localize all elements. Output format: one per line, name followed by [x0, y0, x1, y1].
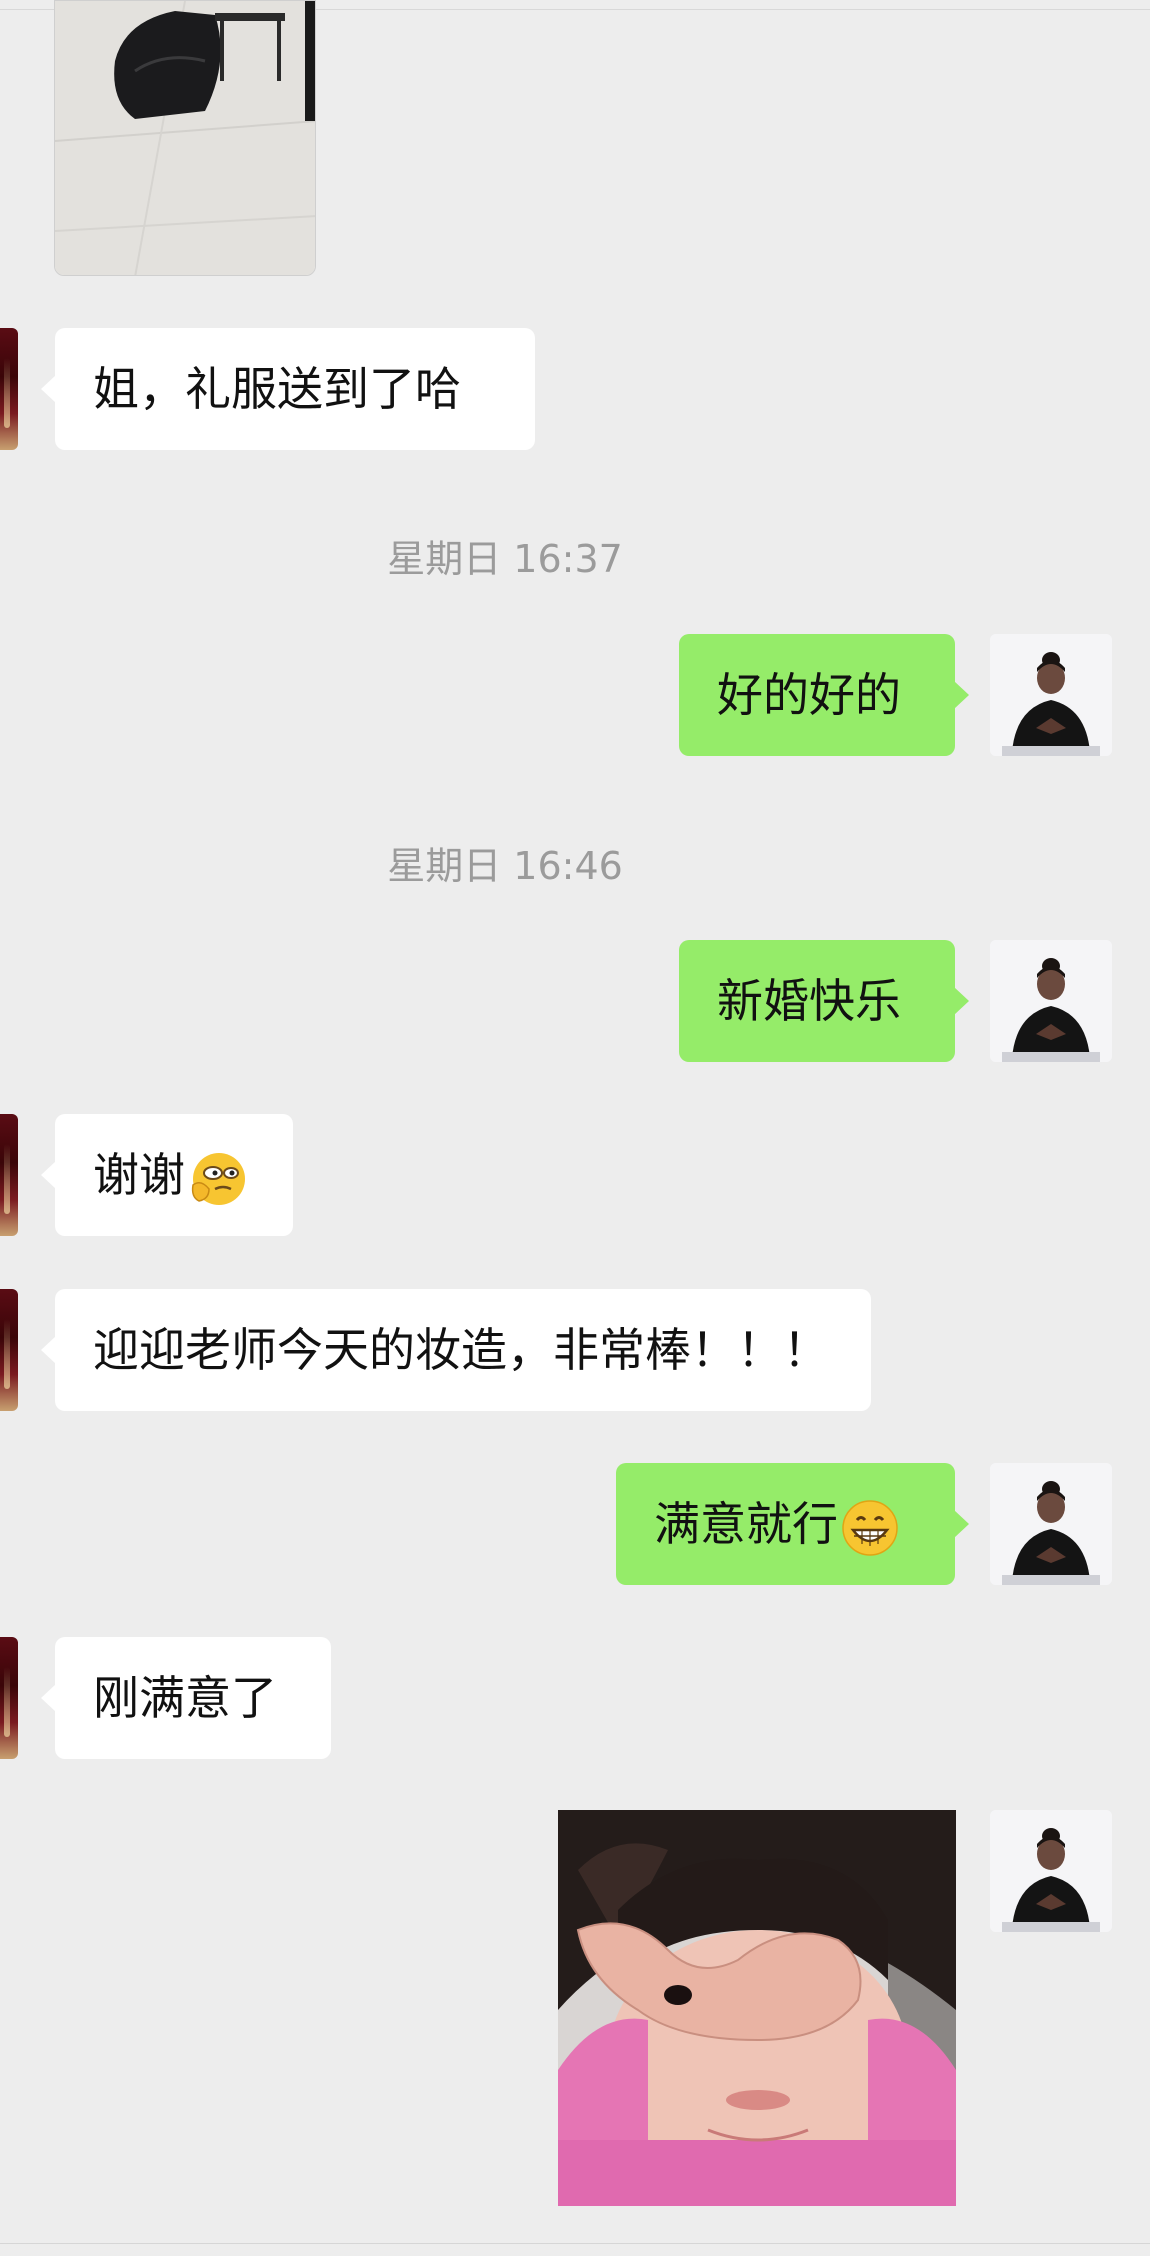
grinning-face-emoji	[842, 1499, 898, 1556]
self-avatar[interactable]	[990, 1810, 1112, 1932]
message-bubble-incoming[interactable]: 姐，礼服送到了哈	[41, 328, 535, 450]
message-text: 新婚快乐	[717, 974, 901, 1028]
self-avatar[interactable]	[990, 1463, 1112, 1585]
message-text: 谢谢	[93, 1148, 185, 1202]
message-bubble-outgoing[interactable]: 满意就行	[616, 1463, 969, 1585]
message-text: 姐，礼服送到了哈	[93, 362, 461, 416]
self-avatar[interactable]	[990, 634, 1112, 756]
message-bubble-incoming[interactable]: 迎迎老师今天的妆造，非常棒！！！	[41, 1289, 871, 1411]
message-bubble-incoming[interactable]: 谢谢	[41, 1114, 293, 1236]
message-text: 迎迎老师今天的妆造，非常棒！！！	[93, 1323, 829, 1377]
message-text: 刚满意了	[93, 1671, 277, 1725]
contact-avatar[interactable]	[0, 1637, 18, 1759]
timestamp: 星期日 16:37	[387, 537, 623, 581]
contact-avatar[interactable]	[0, 328, 18, 450]
contact-avatar[interactable]	[0, 1114, 18, 1236]
message-bubble-outgoing[interactable]: 好的好的	[679, 634, 969, 756]
timestamp: 星期日 16:46	[387, 844, 623, 888]
image-message-sticker[interactable]	[558, 1810, 956, 2206]
floor-bags-photo	[55, 1, 315, 275]
bottom-divider	[0, 2243, 1150, 2244]
girl-heart-hands-photo	[558, 1810, 956, 2206]
self-avatar[interactable]	[990, 940, 1112, 1062]
image-message-bags[interactable]	[54, 0, 316, 276]
thinking-face-emoji	[191, 1152, 245, 1205]
message-bubble-incoming[interactable]: 刚满意了	[41, 1637, 331, 1759]
contact-avatar[interactable]	[0, 1289, 18, 1411]
message-text: 满意就行	[654, 1497, 838, 1551]
message-bubble-outgoing[interactable]: 新婚快乐	[679, 940, 969, 1062]
message-text: 好的好的	[717, 668, 901, 722]
